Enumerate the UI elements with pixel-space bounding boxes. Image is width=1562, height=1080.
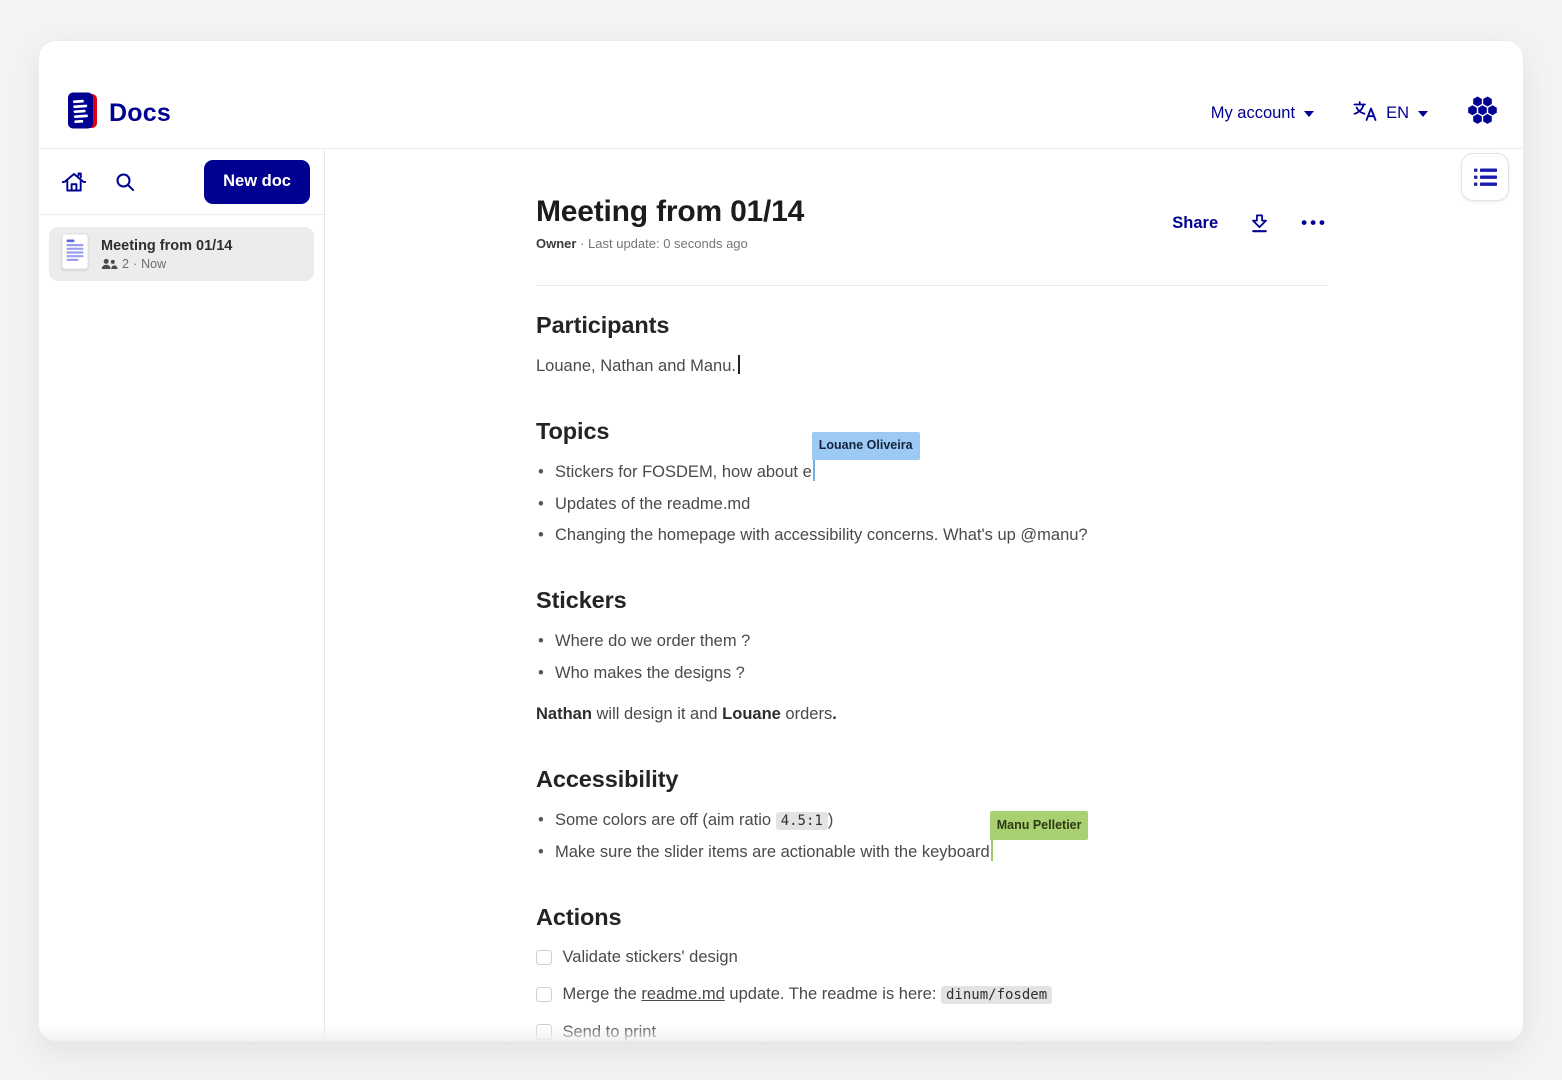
accessibility-list: Some colors are off (aim ratio 4.5:1) Ma… (536, 805, 1328, 868)
table-of-contents-button[interactable] (1461, 153, 1509, 201)
actions-todo-list: Validate stickers' design Merge the read… (536, 944, 1328, 1042)
doc-item-meta: 2 · Now (101, 257, 232, 271)
doc-last-update: Last update: 0 seconds ago (588, 236, 748, 251)
app-header: Docs My account (39, 41, 1523, 149)
list-item[interactable]: Some colors are off (aim ratio 4.5:1) (555, 805, 1328, 836)
docs-logo[interactable]: Docs (65, 91, 171, 136)
list-item[interactable]: Stickers for FOSDEM, how about eLouane O… (555, 457, 1328, 488)
sidebar-toolbar: New doc (39, 149, 324, 215)
app-window: Docs My account (38, 40, 1524, 1042)
section-heading-participants[interactable]: Participants (536, 312, 1328, 339)
todo-item: Merge the readme.md update. The readme i… (536, 981, 1328, 1007)
doc-title[interactable]: Meeting from 01/14 (536, 195, 804, 229)
language-label: EN (1386, 104, 1409, 123)
todo-label[interactable]: Merge the readme.md update. The readme i… (563, 981, 1053, 1007)
section-heading-stickers[interactable]: Stickers (536, 587, 1328, 614)
document-editor[interactable]: Participants Louane, Nathan and Manu. To… (536, 312, 1328, 1042)
doc-header: Meeting from 01/14 Owner · Last update: … (536, 195, 1328, 251)
la-suite-apps-menu[interactable] (1466, 96, 1499, 130)
stickers-list: Where do we order them ? Who makes the d… (536, 626, 1328, 689)
document-icon (61, 233, 89, 275)
account-menu[interactable]: My account (1211, 104, 1314, 123)
section-heading-actions[interactable]: Actions (536, 904, 1328, 931)
collab-cursor-manu: Manu Pelletier (991, 840, 994, 861)
list-item[interactable]: Make sure the slider items are actionabl… (555, 837, 1328, 868)
share-button[interactable]: Share (1172, 214, 1218, 233)
doc-list: Meeting from 01/14 2 (39, 215, 324, 293)
docs-logo-icon (65, 91, 99, 136)
app-title: Docs (109, 99, 171, 128)
more-options-button[interactable]: ••• (1301, 213, 1328, 233)
language-selector[interactable]: EN (1352, 100, 1428, 127)
topics-list: Stickers for FOSDEM, how about eLouane O… (536, 457, 1328, 551)
members-icon (101, 258, 118, 270)
inline-code: dinum/fosdem (941, 986, 1052, 1004)
collab-cursor-louane: Louane Oliveira (813, 460, 816, 481)
participants-text[interactable]: Louane, Nathan and Manu. (536, 351, 1328, 382)
doc-role: Owner (536, 236, 576, 251)
sidebar: New doc (39, 149, 325, 1041)
stickers-note[interactable]: Nathan will design it and Louane orders. (536, 699, 1328, 730)
collab-cursor-label: Manu Pelletier (990, 811, 1089, 840)
todo-label[interactable]: Validate stickers' design (563, 944, 738, 970)
download-button[interactable] (1248, 212, 1271, 235)
main-panel: Meeting from 01/14 Owner · Last update: … (325, 149, 1523, 1041)
list-item[interactable]: Where do we order them ? (555, 626, 1328, 657)
todo-checkbox[interactable] (536, 1024, 552, 1040)
doc-item-title: Meeting from 01/14 (101, 238, 232, 254)
account-menu-label: My account (1211, 104, 1295, 123)
list-item[interactable]: Changing the homepage with accessibility… (555, 520, 1328, 551)
text-cursor (738, 355, 740, 374)
collab-cursor-label: Louane Oliveira (812, 432, 920, 461)
search-button[interactable] (113, 170, 137, 194)
todo-checkbox[interactable] (536, 987, 552, 1003)
todo-item: Send to print (536, 1019, 1328, 1042)
section-heading-accessibility[interactable]: Accessibility (536, 766, 1328, 793)
home-button[interactable] (61, 170, 87, 194)
chevron-down-icon (1418, 111, 1428, 117)
todo-item: Validate stickers' design (536, 944, 1328, 970)
doc-list-item-selected[interactable]: Meeting from 01/14 2 (49, 227, 314, 281)
doc-item-updated: Now (141, 257, 166, 271)
inline-code: 4.5:1 (776, 812, 828, 830)
chevron-down-icon (1304, 111, 1314, 117)
new-doc-button[interactable]: New doc (204, 160, 310, 204)
todo-label[interactable]: Send to print (563, 1019, 657, 1042)
translate-icon (1352, 100, 1377, 127)
list-item[interactable]: Updates of the readme.md (555, 489, 1328, 520)
readme-link[interactable]: readme.md (641, 985, 724, 1003)
section-heading-topics[interactable]: Topics (536, 418, 1328, 445)
doc-actions: Share ••• (1172, 212, 1328, 235)
doc-divider (536, 285, 1328, 286)
doc-item-separator: · (133, 257, 137, 271)
waffle-hexagon-icon (1466, 96, 1499, 130)
list-item[interactable]: Who makes the designs ? (555, 658, 1328, 689)
doc-item-members-count: 2 (122, 257, 129, 271)
doc-meta: Owner · Last update: 0 seconds ago (536, 236, 804, 251)
todo-checkbox[interactable] (536, 950, 552, 966)
